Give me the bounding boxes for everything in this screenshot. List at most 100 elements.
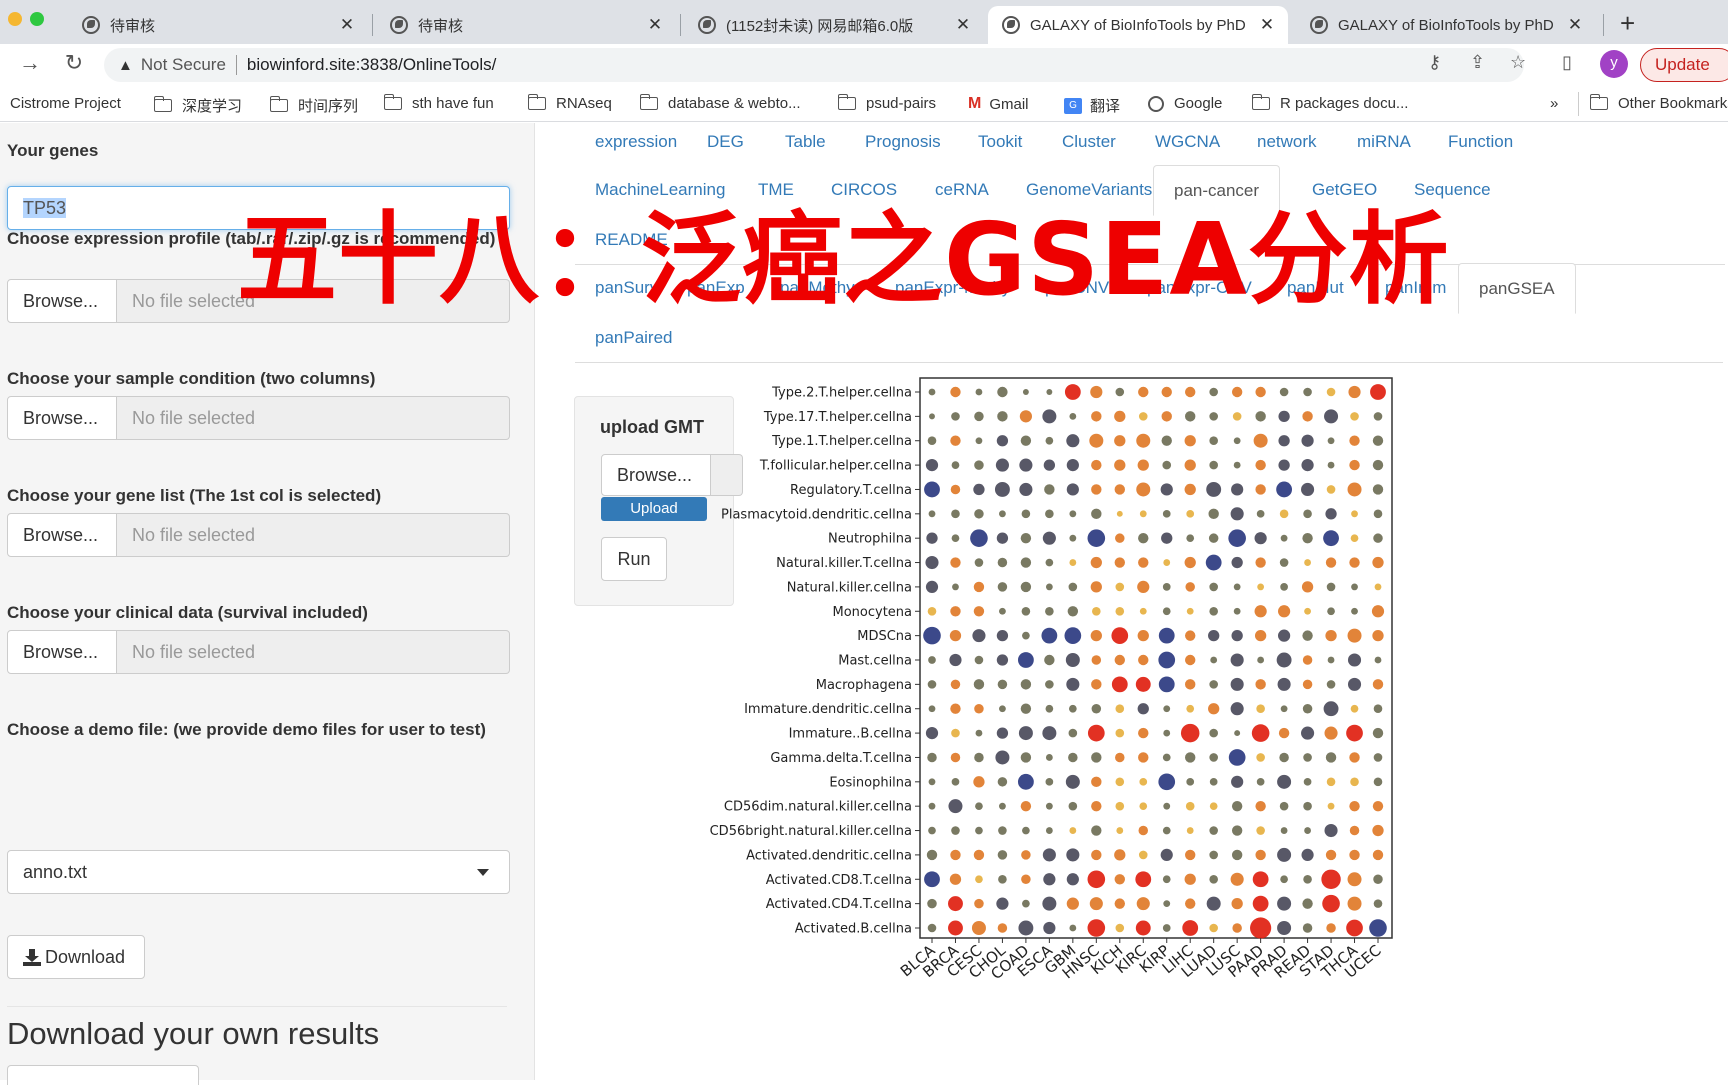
tab-table[interactable]: Table [765, 117, 846, 167]
security-label[interactable]: Not Secure [141, 55, 226, 75]
subtab-pangsea[interactable]: panGSEA [1458, 263, 1576, 314]
subtab-pancnv[interactable]: panCNV [1025, 263, 1129, 313]
tab-cluster[interactable]: Cluster [1042, 117, 1136, 167]
key-icon[interactable]: ⚷ [1428, 52, 1441, 73]
tab-cerna[interactable]: ceRNA [915, 165, 1009, 215]
expression-file-input[interactable]: Browse... No file selected [7, 279, 510, 323]
dot-mark [1185, 752, 1196, 763]
bookmark-folder[interactable]: 时间序列 [269, 95, 358, 116]
globe-icon [390, 16, 408, 34]
dot-mark [1020, 679, 1032, 690]
browser-tab-1[interactable]: 待审核 ✕ [68, 6, 368, 44]
tab-function[interactable]: Function [1428, 117, 1533, 167]
browse-button[interactable]: Browse... [7, 630, 117, 674]
bookmark-folder[interactable]: database & webto... [639, 94, 801, 112]
close-tab-icon[interactable]: ✕ [1566, 15, 1584, 35]
tab-mirna[interactable]: miRNA [1337, 117, 1431, 167]
reload-icon[interactable]: ↻ [60, 50, 88, 76]
bookmark-star-icon[interactable]: ☆ [1510, 52, 1526, 73]
subtab-panimm[interactable]: panImm [1365, 263, 1466, 313]
close-tab-icon[interactable]: ✕ [646, 15, 664, 35]
tab-network[interactable]: network [1237, 117, 1337, 167]
genes-input[interactable]: TP53 [7, 186, 510, 230]
tab-prognosis[interactable]: Prognosis [845, 117, 961, 167]
dot-mark [1158, 627, 1175, 644]
tab-deg[interactable]: DEG [687, 117, 764, 167]
subtab-panpaired[interactable]: panPaired [575, 313, 693, 363]
dot-mark [1021, 850, 1031, 860]
browser-tab-3[interactable]: (1152封未读) 网易邮箱6.0版 ✕ [684, 6, 984, 44]
dot-mark [1372, 824, 1384, 837]
dot-mark [1255, 484, 1266, 495]
forward-icon[interactable]: → [16, 50, 44, 76]
tab-wgcna[interactable]: WGCNA [1135, 117, 1240, 167]
subtab-panexpr-cnv[interactable]: panExpr-CNV [1127, 263, 1272, 313]
browser-tab-4-active[interactable]: GALAXY of BioInfoTools by PhD ✕ [988, 6, 1288, 44]
demo-file-select[interactable]: anno.txt [7, 850, 510, 894]
tab-genomevariants[interactable]: GenomeVariants [1006, 165, 1172, 215]
browse-button[interactable]: Browse... [7, 279, 117, 323]
other-bookmarks[interactable]: Other Bookmarks [1589, 94, 1728, 112]
tab-sequence[interactable]: Sequence [1394, 165, 1511, 215]
update-button[interactable]: Update [1640, 48, 1728, 82]
download-results-button[interactable] [7, 1065, 199, 1085]
tab-expression[interactable]: expression [575, 117, 697, 167]
dot-mark [1021, 606, 1031, 616]
gmt-browse-button[interactable]: Browse... [601, 454, 711, 496]
run-button[interactable]: Run [601, 537, 667, 581]
window-minimize-button[interactable] [8, 12, 22, 26]
dot-mark [1046, 389, 1053, 395]
browse-button[interactable]: Browse... [7, 396, 117, 440]
subtab-panexp[interactable]: panExp [667, 263, 765, 313]
tab-readme[interactable]: README [575, 215, 688, 265]
tab-pan-cancer[interactable]: pan-cancer [1153, 165, 1281, 216]
dot-mark [997, 582, 1008, 592]
dot-mark [999, 705, 1006, 713]
browser-tab-5[interactable]: GALAXY of BioInfoTools by PhD ✕ [1296, 6, 1596, 44]
bookmark-google[interactable]: Google [1148, 95, 1222, 112]
bookmarks-overflow-button[interactable]: » [1550, 95, 1558, 112]
new-tab-button[interactable]: + [1620, 8, 1635, 39]
subtab-panmut[interactable]: panMut [1267, 263, 1364, 313]
side-panel-icon[interactable]: ▯ [1562, 52, 1572, 73]
window-zoom-button[interactable] [30, 12, 44, 26]
condition-file-input[interactable]: Browse... No file selected [7, 396, 510, 440]
bookmark-folder[interactable]: psud-pairs [837, 94, 936, 112]
bookmark-cistrome[interactable]: Cistrome Project [10, 95, 121, 112]
subtab-panexpr-methy[interactable]: panExpr-Methy [875, 263, 1030, 313]
tab-tookit[interactable]: Tookit [958, 117, 1042, 167]
folder-icon [639, 94, 658, 110]
dot-mark [1302, 679, 1313, 690]
gene-list-file-input[interactable]: Browse... No file selected [7, 513, 510, 557]
bookmark-folder[interactable]: sth have fun [383, 94, 494, 112]
url-text[interactable]: biowinford.site:3838/OnlineTools/ [247, 55, 496, 75]
tab-tme[interactable]: TME [738, 165, 814, 215]
bookmark-folder[interactable]: RNAseq [527, 94, 612, 112]
dot-mark [1302, 703, 1313, 714]
clinical-file-input[interactable]: Browse... No file selected [7, 630, 510, 674]
subtab-pansurv[interactable]: panSurv [575, 263, 678, 313]
bookmark-folder[interactable]: 深度学习 [153, 95, 242, 116]
bookmark-translate[interactable]: G 翻译 [1064, 95, 1120, 116]
subtab-panmethy[interactable]: panMethy [760, 263, 875, 313]
share-icon[interactable]: ⇪ [1470, 52, 1485, 73]
bookmark-folder[interactable]: R packages docu... [1251, 94, 1408, 112]
dot-mark [1228, 529, 1246, 547]
close-tab-icon[interactable]: ✕ [954, 15, 972, 35]
dot-mark [1042, 726, 1057, 741]
download-button[interactable]: Download [7, 935, 145, 979]
clinical-data-label: Choose your clinical data (survival incl… [7, 603, 368, 622]
address-bar[interactable]: ▲ Not Secure biowinford.site:3838/Online… [104, 48, 1524, 82]
browse-button[interactable]: Browse... [7, 513, 117, 557]
bookmark-gmail[interactable]: M Gmail [968, 95, 1029, 113]
tab-getgeo[interactable]: GetGEO [1292, 165, 1397, 215]
close-tab-icon[interactable]: ✕ [1258, 15, 1276, 35]
tab-separator [372, 14, 373, 36]
close-tab-icon[interactable]: ✕ [338, 15, 356, 35]
profile-avatar[interactable]: y [1600, 50, 1628, 78]
tab-circos[interactable]: CIRCOS [811, 165, 917, 215]
tab-machinelearning[interactable]: MachineLearning [575, 165, 745, 215]
dot-mark [1277, 677, 1291, 691]
dot-mark [925, 580, 939, 594]
browser-tab-2[interactable]: 待审核 ✕ [376, 6, 676, 44]
